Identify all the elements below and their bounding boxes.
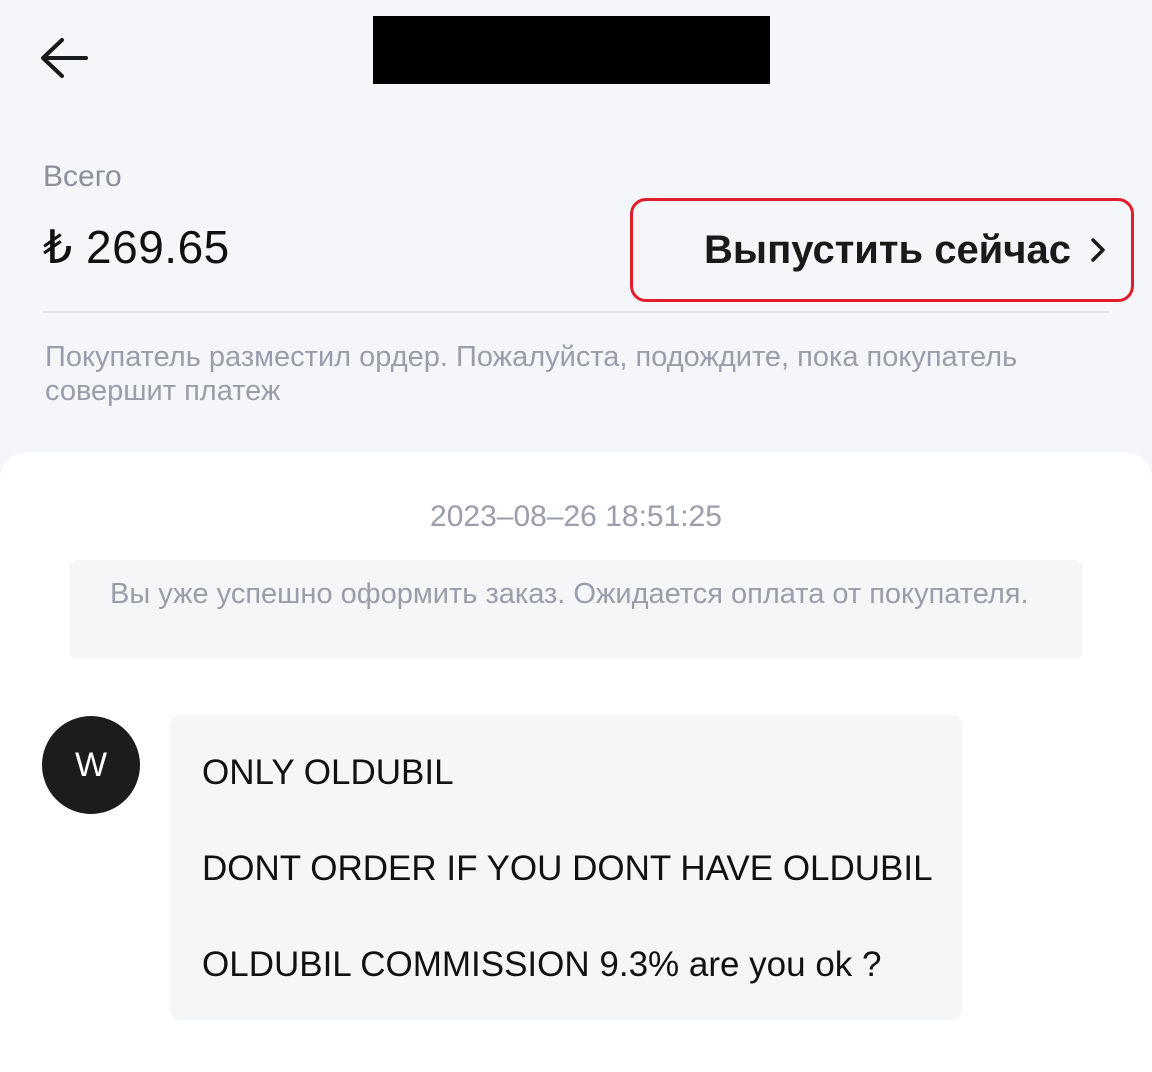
chat-panel: 2023–08–26 18:51:25 Вы уже успешно оформ… [0,452,1152,1072]
avatar-letter: W [74,745,108,784]
message-line: DONT ORDER IF YOU DONT HAVE OLDUBIL [202,849,933,888]
release-now-button[interactable]: Выпустить сейчас [630,198,1134,302]
system-notice: Вы уже успешно оформить заказ. Ожидается… [70,560,1082,659]
message-line: ONLY OLDUBIL [202,753,454,792]
release-now-label: Выпустить сейчас [704,227,1071,272]
total-amount: ₺ 269.65 [43,221,230,273]
back-button[interactable] [36,30,92,86]
chevron-right-icon [1091,238,1105,262]
total-label: Всего [43,160,122,193]
chat-message-bubble: ONLY OLDUBIL DONT ORDER IF YOU DONT HAVE… [170,715,962,1020]
message-line: OLDUBIL COMMISSION 9.3% are you ok ? [202,945,882,984]
order-status-text: Покупатель разместил ордер. Пожалуйста, … [45,341,1018,407]
summary-divider [43,311,1109,313]
avatar[interactable]: W [42,716,140,814]
page-title-redacted [373,16,770,84]
chat-timestamp: 2023–08–26 18:51:25 [430,500,722,533]
arrow-left-icon [41,38,88,78]
order-page: Всего ₺ 269.65 Выпустить сейчас Покупате… [0,0,1152,1072]
